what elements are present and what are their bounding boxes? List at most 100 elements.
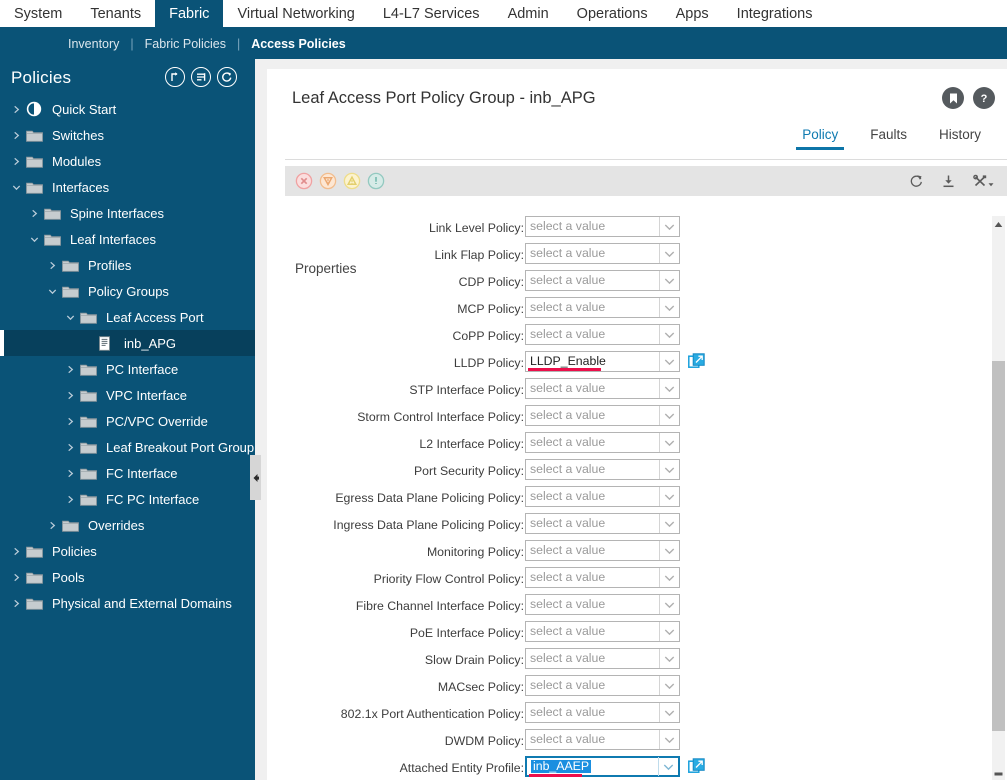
- chevron-right-icon[interactable]: [64, 415, 77, 428]
- field-select-802-1x-port-authentication-policy[interactable]: select a value: [525, 702, 680, 723]
- chevron-down-icon[interactable]: [46, 285, 59, 298]
- field-select-stp-interface-policy[interactable]: select a value: [525, 378, 680, 399]
- open-in-new-window-icon[interactable]: [687, 757, 705, 775]
- field-value[interactable]: inb_AAEP: [527, 760, 658, 773]
- field-select-link-level-policy[interactable]: select a value: [525, 216, 680, 237]
- sub-nav-item-fabric-policies[interactable]: Fabric Policies: [145, 37, 226, 51]
- field-select-cdp-policy[interactable]: select a value: [525, 270, 680, 291]
- refresh-icon[interactable]: [909, 174, 924, 189]
- chevron-down-icon[interactable]: [659, 325, 679, 344]
- chevron-right-icon[interactable]: [46, 519, 59, 532]
- open-in-new-window-icon[interactable]: [687, 352, 705, 370]
- chevron-down-icon[interactable]: [659, 730, 679, 749]
- field-select-egress-data-plane-policing-policy[interactable]: select a value: [525, 486, 680, 507]
- field-select-port-security-policy[interactable]: select a value: [525, 459, 680, 480]
- chevron-right-icon[interactable]: [64, 363, 77, 376]
- fault-warning-icon[interactable]: [366, 172, 385, 191]
- help-icon[interactable]: ?: [973, 87, 995, 109]
- field-value[interactable]: select a value: [526, 301, 659, 313]
- field-value[interactable]: select a value: [526, 544, 659, 556]
- sub-nav-item-access-policies[interactable]: Access Policies: [251, 37, 346, 51]
- form-scrollbar[interactable]: [992, 216, 1005, 780]
- chevron-right-icon[interactable]: [10, 155, 23, 168]
- field-value[interactable]: select a value: [526, 679, 659, 691]
- chevron-right-icon[interactable]: [28, 207, 41, 220]
- chevron-right-icon[interactable]: [64, 493, 77, 506]
- field-value[interactable]: select a value: [526, 733, 659, 745]
- top-nav-item-apps[interactable]: Apps: [662, 0, 723, 28]
- field-select-mcp-policy[interactable]: select a value: [525, 297, 680, 318]
- chevron-down-icon[interactable]: [659, 352, 679, 371]
- field-value[interactable]: select a value: [526, 247, 659, 259]
- chevron-down-icon[interactable]: [659, 244, 679, 263]
- chevron-down-icon[interactable]: [659, 217, 679, 236]
- chevron-right-icon[interactable]: [64, 467, 77, 480]
- chevron-down-icon[interactable]: [64, 311, 77, 324]
- chevron-down-icon[interactable]: [659, 649, 679, 668]
- top-nav-item-system[interactable]: System: [0, 0, 76, 28]
- chevron-down-icon[interactable]: [659, 676, 679, 695]
- chevron-down-icon[interactable]: [658, 757, 678, 776]
- field-value[interactable]: LLDP_Enable: [526, 355, 659, 367]
- fault-major-icon[interactable]: [318, 172, 337, 191]
- sidebar-item-switches[interactable]: Switches: [0, 122, 255, 148]
- field-value[interactable]: select a value: [526, 328, 659, 340]
- top-nav-item-admin[interactable]: Admin: [494, 0, 563, 28]
- field-select-macsec-policy[interactable]: select a value: [525, 675, 680, 696]
- chevron-down-icon[interactable]: [659, 703, 679, 722]
- collapse-all-icon[interactable]: [165, 67, 185, 87]
- field-select-dwdm-policy[interactable]: select a value: [525, 729, 680, 750]
- field-value[interactable]: select a value: [526, 274, 659, 286]
- chevron-right-icon[interactable]: [10, 103, 23, 116]
- actions-tools-icon[interactable]: [973, 174, 995, 189]
- chevron-down-icon[interactable]: [659, 379, 679, 398]
- chevron-right-icon[interactable]: [10, 545, 23, 558]
- field-select-fibre-channel-interface-policy[interactable]: select a value: [525, 594, 680, 615]
- scrollbar-thumb[interactable]: [992, 361, 1005, 731]
- top-nav-item-l4-l7-services[interactable]: L4-L7 Services: [369, 0, 494, 28]
- field-select-ingress-data-plane-policing-policy[interactable]: select a value: [525, 513, 680, 534]
- chevron-down-icon[interactable]: [659, 595, 679, 614]
- chevron-right-icon[interactable]: [64, 389, 77, 402]
- top-nav-item-tenants[interactable]: Tenants: [76, 0, 155, 28]
- field-value[interactable]: select a value: [526, 409, 659, 421]
- chevron-down-icon[interactable]: [659, 406, 679, 425]
- field-value[interactable]: select a value: [526, 517, 659, 529]
- field-select-storm-control-interface-policy[interactable]: select a value: [525, 405, 680, 426]
- field-value[interactable]: select a value: [526, 382, 659, 394]
- chevron-down-icon[interactable]: [659, 271, 679, 290]
- field-select-l2-interface-policy[interactable]: select a value: [525, 432, 680, 453]
- bookmark-icon[interactable]: [942, 87, 964, 109]
- field-value[interactable]: select a value: [526, 706, 659, 718]
- field-value[interactable]: select a value: [526, 571, 659, 583]
- fault-critical-icon[interactable]: [294, 172, 313, 191]
- top-nav-item-operations[interactable]: Operations: [563, 0, 662, 28]
- field-value[interactable]: select a value: [526, 463, 659, 475]
- sidebar-item-quick-start[interactable]: Quick Start: [0, 96, 255, 122]
- chevron-down-icon[interactable]: [659, 298, 679, 317]
- field-select-poe-interface-policy[interactable]: select a value: [525, 621, 680, 642]
- scroll-down-arrow-icon[interactable]: [992, 768, 1005, 780]
- chevron-right-icon[interactable]: [64, 441, 77, 454]
- top-nav-item-fabric[interactable]: Fabric: [155, 0, 224, 28]
- sub-nav-item-inventory[interactable]: Inventory: [68, 37, 119, 51]
- filter-list-icon[interactable]: [191, 67, 211, 87]
- chevron-down-icon[interactable]: [659, 568, 679, 587]
- refresh-icon[interactable]: [217, 67, 237, 87]
- top-nav-item-virtual-networking[interactable]: Virtual Networking: [223, 0, 368, 28]
- tab-faults[interactable]: Faults: [854, 127, 923, 150]
- field-value[interactable]: select a value: [526, 490, 659, 502]
- chevron-down-icon[interactable]: [659, 487, 679, 506]
- chevron-down-icon[interactable]: [659, 514, 679, 533]
- scroll-up-arrow-icon[interactable]: [992, 218, 1005, 230]
- chevron-down-icon[interactable]: [28, 233, 41, 246]
- tab-policy[interactable]: Policy: [786, 127, 854, 150]
- sidebar-item-interfaces[interactable]: Interfaces: [0, 174, 255, 200]
- field-value[interactable]: select a value: [526, 436, 659, 448]
- field-value[interactable]: select a value: [526, 598, 659, 610]
- top-nav-item-integrations[interactable]: Integrations: [723, 0, 827, 28]
- chevron-down-icon[interactable]: [659, 541, 679, 560]
- sidebar-item-modules[interactable]: Modules: [0, 148, 255, 174]
- field-select-priority-flow-control-policy[interactable]: select a value: [525, 567, 680, 588]
- field-value[interactable]: select a value: [526, 220, 659, 232]
